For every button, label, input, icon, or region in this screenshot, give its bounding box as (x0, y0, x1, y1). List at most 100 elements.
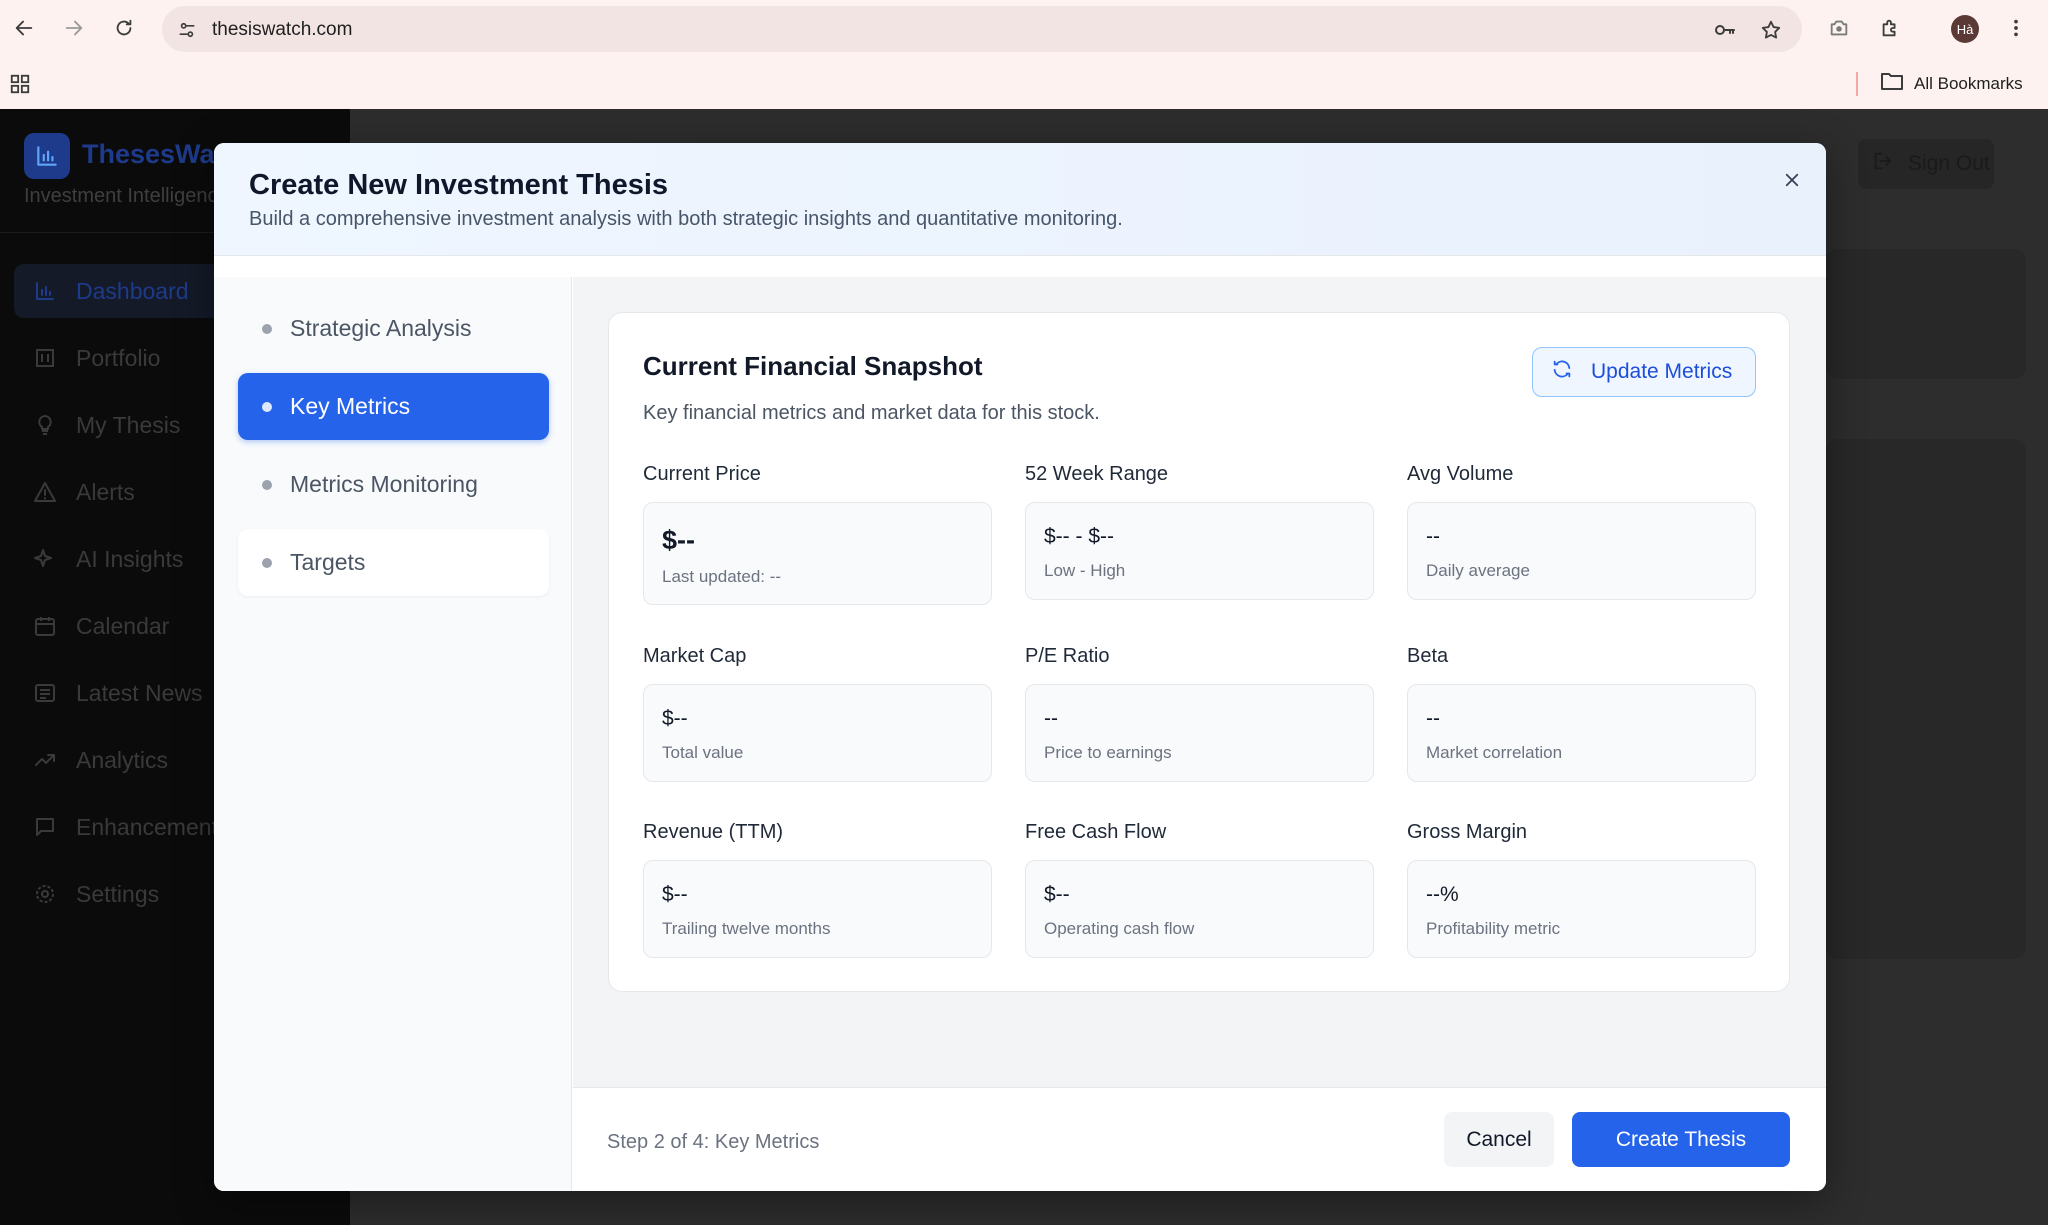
sign-out-label: Sign Out (1908, 152, 1990, 175)
step-dot (262, 323, 272, 334)
metric-current-price: $-- Last updated: -- (643, 502, 992, 605)
sidebar-item-label: Enhancements (76, 813, 230, 840)
card-title: Current Financial Snapshot (643, 351, 983, 381)
create-thesis-button[interactable]: Create Thesis (1572, 1112, 1790, 1167)
metric-label-52-week-range: 52 Week Range (1025, 463, 1169, 485)
metric-label-free-cash-flow: Free Cash Flow (1025, 821, 1167, 843)
step-dot (262, 401, 272, 412)
reload-icon[interactable] (106, 10, 142, 46)
metric-label-gross-margin: Gross Margin (1407, 821, 1528, 843)
folder-icon (1880, 71, 1904, 96)
cancel-button[interactable]: Cancel (1444, 1112, 1554, 1167)
metric-note: Low - High (1044, 561, 1126, 580)
metric-value: -- (1426, 525, 1440, 548)
calendar-icon (32, 613, 58, 639)
menu-dots-icon[interactable] (1998, 10, 2034, 46)
metric-gross-margin: --% Profitability metric (1407, 860, 1756, 958)
sidebar-item-label: Dashboard (76, 277, 189, 304)
metric-note: Profitability metric (1426, 919, 1561, 938)
metric-label-avg-volume: Avg Volume (1407, 463, 1514, 485)
site-info-icon[interactable] (174, 17, 200, 43)
refresh-icon (1551, 358, 1573, 386)
sign-out-button[interactable]: Sign Out (1858, 139, 1994, 189)
metric-label-market-cap: Market Cap (643, 645, 747, 667)
warning-icon (32, 479, 58, 505)
modal-footer: Step 2 of 4: Key Metrics Cancel Create T… (573, 1087, 1826, 1191)
brand-tagline: Investment Intelligence (24, 185, 229, 207)
metric-pe-ratio: -- Price to earnings (1025, 684, 1374, 782)
building-icon (32, 345, 58, 371)
metric-value: --% (1426, 883, 1459, 906)
metric-value: $-- (1044, 883, 1070, 906)
bookmark-star-icon[interactable] (1758, 17, 1784, 43)
lightbulb-icon (32, 412, 58, 438)
modal-subtitle: Build a comprehensive investment analysi… (249, 208, 1123, 230)
apps-grid-icon[interactable] (2, 66, 38, 102)
metric-note: Operating cash flow (1044, 919, 1195, 938)
background-card (1826, 249, 2026, 379)
bar-chart-icon (32, 278, 58, 304)
address-bar[interactable]: thesiswatch.com (162, 6, 1802, 52)
sidebar-item-label: Portfolio (76, 344, 161, 371)
browser-chrome: thesiswatch.com Hà All Bookmarks (0, 0, 2048, 109)
sidebar-item-label: Calendar (76, 612, 170, 639)
sidebar-item-label: Settings (76, 880, 160, 907)
step-key-metrics[interactable]: Key Metrics (238, 373, 549, 440)
step-targets[interactable]: Targets (238, 529, 549, 596)
step-label: Targets (290, 549, 366, 575)
metric-value: $-- (662, 883, 688, 906)
all-bookmarks-button[interactable]: All Bookmarks (1880, 71, 2023, 96)
metric-value: $-- - $-- (1044, 525, 1114, 548)
sidebar-item-label: Latest News (76, 679, 203, 706)
background-card (1826, 439, 2026, 959)
financial-snapshot-card: Current Financial Snapshot Key financial… (608, 312, 1790, 992)
metric-note: Total value (662, 743, 744, 762)
profile-avatar[interactable]: Hà (1951, 15, 1979, 43)
step-indicator: Step 2 of 4: Key Metrics (607, 1131, 820, 1153)
metric-revenue-ttm: $-- Trailing twelve months (643, 860, 992, 958)
sidebar-item-label: AI Insights (76, 545, 184, 572)
step-label: Key Metrics (290, 393, 411, 419)
metric-note: Trailing twelve months (662, 919, 831, 938)
logo-icon (24, 133, 70, 179)
metric-label-revenue-ttm: Revenue (TTM) (643, 821, 784, 843)
step-metrics-monitoring[interactable]: Metrics Monitoring (238, 451, 549, 518)
gear-icon (32, 881, 58, 907)
metric-note: Market correlation (1426, 743, 1563, 762)
update-metrics-label: Update Metrics (1591, 360, 1733, 383)
metric-avg-volume: -- Daily average (1407, 502, 1756, 600)
metric-label-beta: Beta (1407, 645, 1449, 667)
trend-icon (32, 747, 58, 773)
all-bookmarks-label: All Bookmarks (1914, 73, 2023, 93)
metric-label-pe-ratio: P/E Ratio (1025, 645, 1110, 667)
message-icon (32, 814, 58, 840)
metric-note: Price to earnings (1044, 743, 1172, 762)
sidebar-item-label: Analytics (76, 746, 169, 773)
sparkle-icon (32, 546, 58, 572)
metric-note: Daily average (1426, 561, 1530, 580)
forward-icon[interactable] (56, 10, 92, 46)
password-key-icon[interactable] (1712, 17, 1738, 43)
metric-value: $-- (662, 525, 695, 555)
metric-value: -- (1044, 707, 1058, 730)
metric-market-cap: $-- Total value (643, 684, 992, 782)
metric-note: Last updated: -- (662, 567, 782, 586)
modal-header: Create New Investment Thesis Build a com… (214, 143, 1826, 256)
card-subtitle: Key financial metrics and market data fo… (643, 402, 1100, 424)
step-strategic-analysis[interactable]: Strategic Analysis (238, 295, 549, 362)
screenshot-icon[interactable] (1821, 10, 1857, 46)
url-text[interactable]: thesiswatch.com (212, 19, 352, 41)
close-icon[interactable] (1777, 165, 1807, 195)
step-content: Current Financial Snapshot Key financial… (573, 277, 1826, 1087)
modal-title: Create New Investment Thesis (249, 169, 669, 201)
step-label: Strategic Analysis (290, 315, 472, 341)
update-metrics-button[interactable]: Update Metrics (1532, 347, 1756, 397)
sidebar-item-label: Alerts (76, 478, 135, 505)
extensions-icon[interactable] (1872, 10, 1908, 46)
metric-beta: -- Market correlation (1407, 684, 1756, 782)
logout-icon (1872, 150, 1894, 178)
back-icon[interactable] (6, 10, 42, 46)
step-dot (262, 557, 272, 568)
metric-label-current-price: Current Price (643, 463, 761, 485)
metric-free-cash-flow: $-- Operating cash flow (1025, 860, 1374, 958)
